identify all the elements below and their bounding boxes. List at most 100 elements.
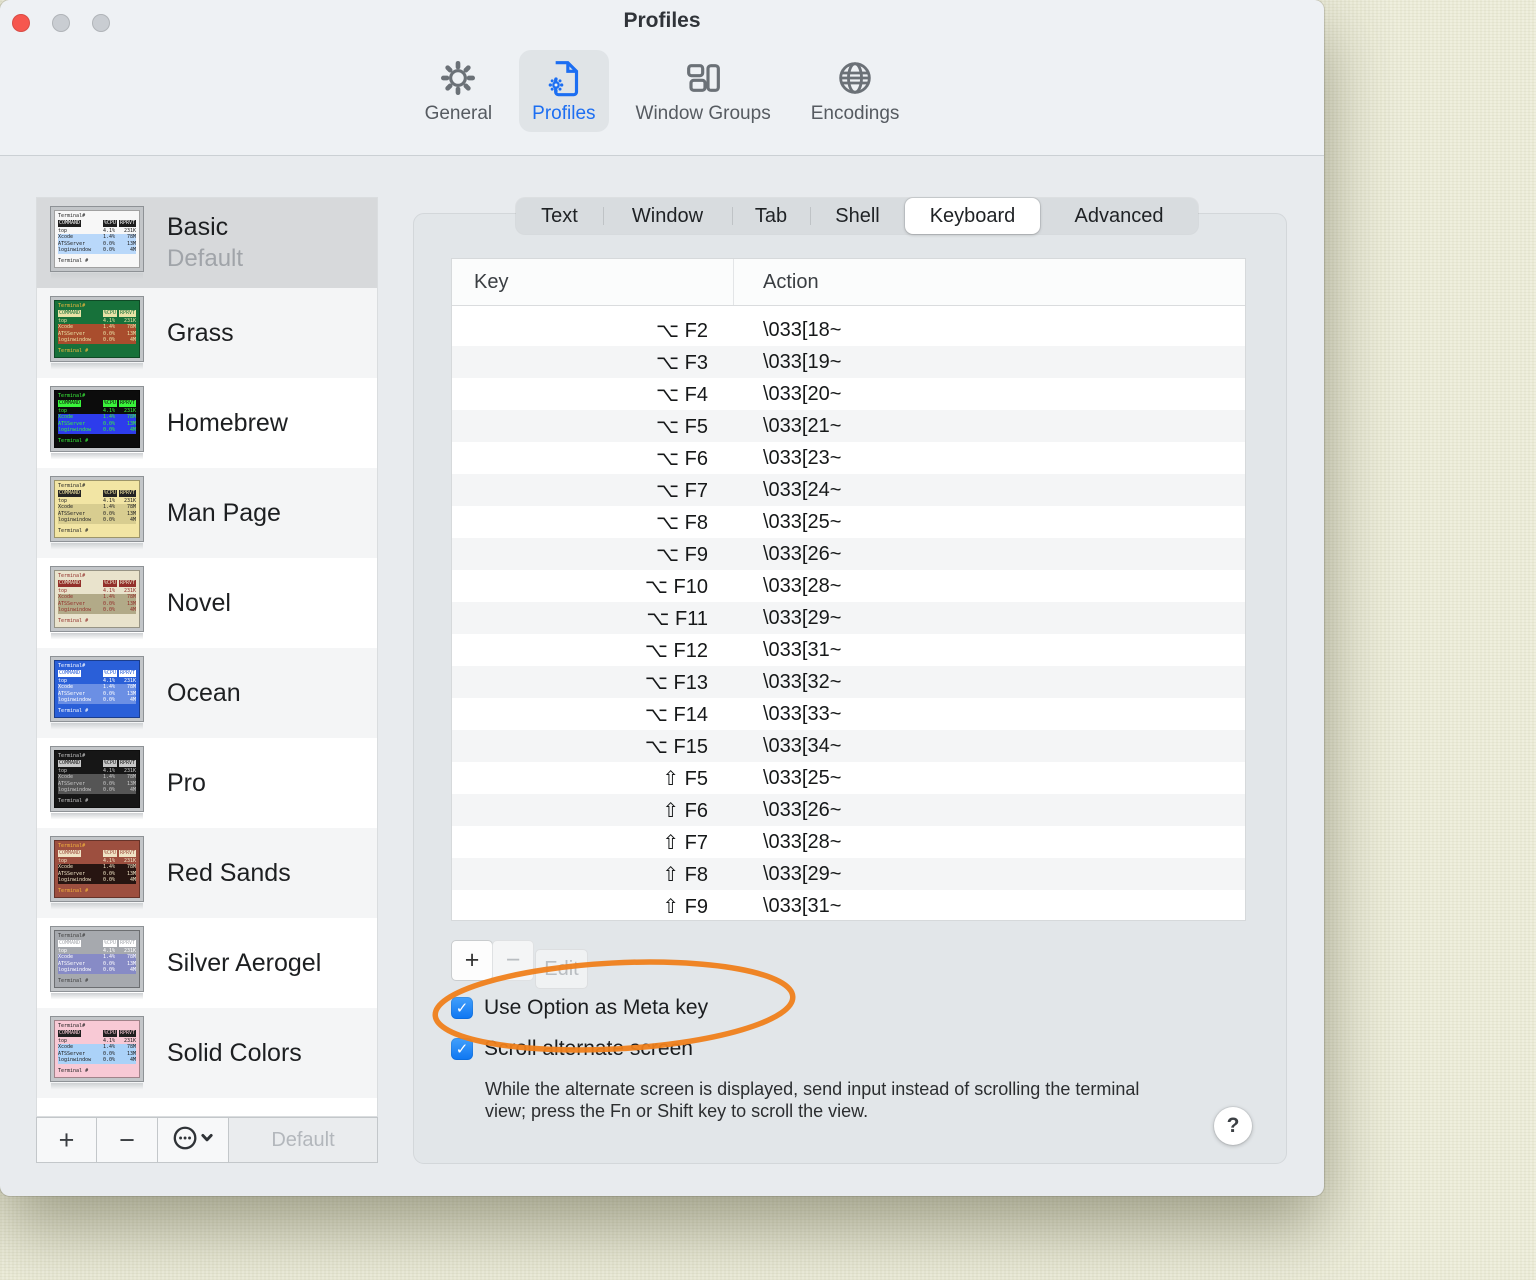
thumb-reflection [51, 362, 143, 370]
profile-name: Grass [167, 318, 234, 347]
thumb-process-row: ATSServer 0.0% 13M [58, 780, 136, 788]
default-profile-button[interactable]: Default [228, 1117, 378, 1163]
table-row[interactable]: ⇧ F7 \033[28~ [452, 826, 1245, 858]
table-row[interactable]: ⌥ F3 \033[19~ [452, 346, 1245, 378]
table-row[interactable]: ⌥ F11 \033[29~ [452, 602, 1245, 634]
toolbar-item-label: General [424, 103, 493, 124]
table-row[interactable]: ⇧ F6 \033[26~ [452, 794, 1245, 826]
remove-profile-button[interactable]: − [96, 1117, 158, 1163]
thumb-process-row: ATSServer 0.0% 13M [58, 240, 136, 248]
table-row[interactable]: ⌥ F2 \033[18~ [452, 314, 1245, 346]
toolbar-item-label: Encodings [810, 103, 900, 124]
thumb-process-row: loginwindow 0.0% 4M [58, 877, 136, 885]
table-row[interactable]: ⌥ F8 \033[25~ [452, 506, 1245, 538]
thumb-header: COMMAND %CPU RPRVT [58, 310, 136, 317]
window-title: Profiles [623, 9, 701, 32]
thumb-process-row: top 4.1% 231K [58, 677, 136, 684]
thumb-process-row: ATSServer 0.0% 13M [58, 420, 136, 428]
thumb-process-row: loginwindow 0.0% 4M [58, 607, 136, 615]
thumb-process-row: loginwindow 0.0% 4M [58, 337, 136, 345]
action-cell: \033[20~ [763, 382, 842, 405]
profile-thumbnail: Terminal# COMMAND %CPU RPRVT top 4.1% 231K… [50, 745, 144, 820]
thumb-process-row: Xcode 1.4% 78M [58, 864, 136, 871]
table-row[interactable]: ⌥ F14 \033[33~ [452, 698, 1245, 730]
thumb-reflection [51, 542, 143, 550]
key-cell: ⌥ F3 [656, 351, 708, 374]
profile-list-item[interactable]: Terminal# COMMAND %CPU RPRVT top 4.1% 231K… [37, 918, 377, 1008]
scroll-alternate-screen-checkbox[interactable]: ✓ [451, 1038, 473, 1060]
tab[interactable]: Text [516, 198, 603, 234]
remove-key-button[interactable]: − [492, 940, 534, 981]
action-cell: \033[23~ [763, 446, 842, 469]
table-row[interactable]: ⌥ F5 \033[21~ [452, 410, 1245, 442]
key-cell: ⌥ F4 [656, 383, 708, 406]
profile-name: Ocean [167, 678, 241, 707]
key-cell: ⇧ F7 [662, 831, 708, 854]
thumb-process-row: ATSServer 0.0% 13M [58, 870, 136, 878]
profile-list-item[interactable]: Terminal# COMMAND %CPU RPRVT top 4.1% 231K… [37, 378, 377, 468]
column-header-key[interactable]: Key [452, 259, 734, 305]
table-row[interactable]: ⌥ F15 \033[34~ [452, 730, 1245, 762]
profile-texts: Red Sands [167, 859, 291, 888]
table-row[interactable]: ⇧ F5 \033[25~ [452, 762, 1245, 794]
add-profile-button[interactable]: + [36, 1117, 97, 1163]
key-cell: ⇧ F5 [662, 767, 708, 790]
profile-thumbnail: Terminal# COMMAND %CPU RPRVT top 4.1% 231K… [50, 385, 144, 460]
toolbar-item-label: Window Groups [635, 103, 771, 124]
toolbar-item-encodings[interactable]: Encodings [798, 50, 913, 132]
table-row[interactable]: ⌥ F4 \033[20~ [452, 378, 1245, 410]
use-option-as-meta-key-checkbox[interactable]: ✓ [451, 997, 473, 1019]
edit-key-button[interactable]: Edit [535, 949, 588, 989]
title-bar: Profiles General Profiles Window Groups … [0, 0, 1324, 156]
profile-name: Solid Colors [167, 1038, 302, 1067]
table-row[interactable]: ⌥ F7 \033[24~ [452, 474, 1245, 506]
table-row[interactable]: ⌥ F12 \033[31~ [452, 634, 1245, 666]
thumb-process-row: top 4.1% 231K [58, 587, 136, 594]
table-row[interactable]: ⌥ F13 \033[32~ [452, 666, 1245, 698]
thumb-reflection [51, 902, 143, 910]
profile-list-item[interactable]: Terminal# COMMAND %CPU RPRVT top 4.1% 231K… [37, 468, 377, 558]
help-button[interactable]: ? [1214, 1107, 1252, 1145]
table-row[interactable]: ⌥ F6 \033[23~ [452, 442, 1245, 474]
table-row[interactable]: ⌥ F9 \033[26~ [452, 538, 1245, 570]
tab[interactable]: Shell [810, 198, 905, 234]
preferences-toolbar: General Profiles Window Groups Encodings [0, 50, 1324, 132]
profile-list-item[interactable]: Terminal# COMMAND %CPU RPRVT top 4.1% 231K… [37, 558, 377, 648]
profile-thumbnail: Terminal# COMMAND %CPU RPRVT top 4.1% 231K… [50, 655, 144, 730]
profile-name: Homebrew [167, 408, 288, 437]
table-row[interactable]: ⌥ F10 \033[28~ [452, 570, 1245, 602]
toolbar-item-profiles[interactable]: Profiles [519, 50, 609, 132]
terminal-preview: Terminal# COMMAND %CPU RPRVT top 4.1% 231K… [50, 1015, 144, 1082]
table-row[interactable]: ⇧ F9 \033[31~ [452, 890, 1245, 920]
thumb-title: Terminal# [58, 662, 86, 669]
toolbar-item-general[interactable]: General [412, 50, 506, 132]
profile-thumbnail: Terminal# COMMAND %CPU RPRVT top 4.1% 231K… [50, 475, 144, 550]
thumb-prompt: Terminal # [58, 708, 89, 715]
profile-list-item[interactable]: Terminal# COMMAND %CPU RPRVT top 4.1% 231K… [37, 1008, 377, 1098]
table-row[interactable]: ⇧ F8 \033[29~ [452, 858, 1245, 890]
profile-list-item[interactable]: Terminal# COMMAND %CPU RPRVT top 4.1% 231K… [37, 198, 377, 288]
tab[interactable]: Window [603, 198, 732, 234]
profile-list-item[interactable]: Terminal# COMMAND %CPU RPRVT top 4.1% 231K… [37, 738, 377, 828]
tab[interactable]: Keyboard [905, 198, 1040, 234]
action-cell: \033[21~ [763, 414, 842, 437]
profile-thumbnail: Terminal# COMMAND %CPU RPRVT top 4.1% 231K… [50, 1015, 144, 1090]
key-cell: ⌥ F15 [644, 735, 708, 758]
thumb-header: COMMAND %CPU RPRVT [58, 670, 136, 677]
profile-list-item[interactable]: Terminal# COMMAND %CPU RPRVT top 4.1% 231K… [37, 648, 377, 738]
tab[interactable]: Advanced [1040, 198, 1198, 234]
tab[interactable]: Tab [732, 198, 810, 234]
column-header-action[interactable]: Action [734, 259, 819, 305]
profile-name: Pro [167, 768, 206, 797]
thumb-process-row: top 4.1% 231K [58, 1037, 136, 1044]
profile-actions-menu-button[interactable] [157, 1117, 229, 1163]
toolbar-item-window-groups[interactable]: Window Groups [623, 50, 784, 132]
profile-list-item[interactable]: Terminal# COMMAND %CPU RPRVT top 4.1% 231K… [37, 288, 377, 378]
profile-list-item[interactable]: Terminal# COMMAND %CPU RPRVT top 4.1% 231K… [37, 828, 377, 918]
add-key-button[interactable]: + [451, 940, 493, 981]
terminal-preview: Terminal# COMMAND %CPU RPRVT top 4.1% 231K… [50, 745, 144, 812]
thumb-process-row: ATSServer 0.0% 13M [58, 510, 136, 518]
thumb-reflection [51, 1082, 143, 1090]
thumb-prompt: Terminal # [58, 1068, 89, 1075]
table-body: ⌥ F2 \033[18~ ⌥ F3 \033[19~ ⌥ F4 \033[20… [452, 306, 1245, 920]
